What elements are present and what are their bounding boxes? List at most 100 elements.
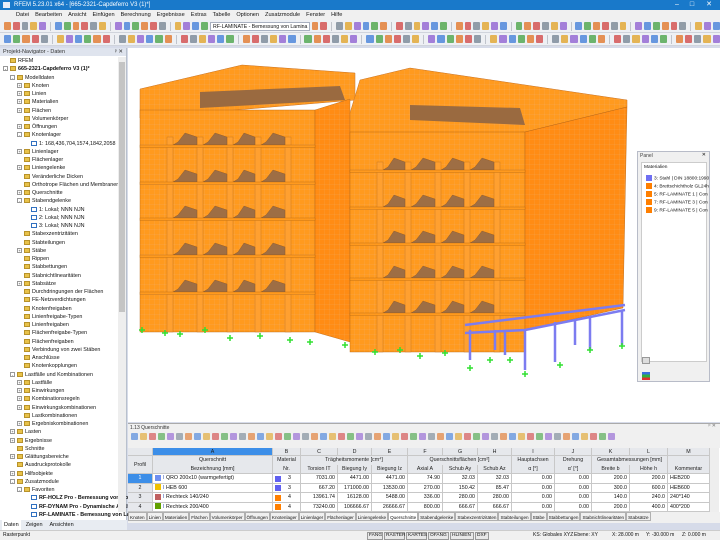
toolbar-button-icon[interactable]	[552, 35, 560, 43]
toolbar-button-icon[interactable]	[189, 35, 197, 43]
table-toolbar-button[interactable]	[572, 433, 579, 440]
toolbar-button-icon[interactable]	[482, 22, 490, 30]
table-toolbar-button[interactable]	[131, 433, 138, 440]
row-number[interactable]: 4	[128, 502, 153, 512]
expand-icon[interactable]: +	[10, 429, 15, 435]
toolbar-button-icon[interactable]	[675, 35, 684, 43]
expand-icon[interactable]: +	[17, 421, 22, 427]
value-cell[interactable]: 667.20	[301, 483, 338, 493]
value-cell[interactable]: 13961.74	[301, 493, 338, 503]
collapse-icon[interactable]: -	[17, 487, 22, 493]
column-letter-H[interactable]: H	[478, 448, 512, 456]
toolbar-button-icon[interactable]	[619, 22, 627, 30]
value-cell[interactable]: 0.00	[512, 474, 555, 484]
toolbar-button-icon[interactable]	[260, 35, 269, 43]
table-toolbar-button[interactable]	[599, 433, 606, 440]
table-tab[interactable]: Stäbe	[530, 512, 547, 521]
menu-bearbeiten[interactable]: Bearbeiten	[35, 10, 62, 20]
toolbar-button-icon[interactable]	[192, 22, 200, 30]
close-button[interactable]: ✕	[702, 0, 716, 10]
toolbar-button-icon[interactable]	[350, 35, 358, 43]
status-toggle-raster[interactable]: RASTER	[384, 532, 405, 540]
table-toolbar-button[interactable]	[563, 433, 570, 440]
expand-icon[interactable]: +	[10, 470, 15, 476]
tree-item[interactable]: + Querschnitte	[17, 189, 63, 197]
tree-item[interactable]: + Lasten	[10, 428, 41, 436]
toolbar-button-icon[interactable]	[99, 22, 106, 30]
toolbar-button-icon[interactable]	[22, 35, 30, 43]
toolbar-button-icon[interactable]	[517, 35, 525, 43]
toolbar-button-icon[interactable]	[542, 22, 549, 30]
toolbar-button-icon[interactable]	[641, 35, 649, 43]
minimize-button[interactable]: –	[670, 0, 684, 10]
navigator-tab-daten[interactable]: Daten	[2, 520, 21, 530]
value-cell[interactable]: 5488.00	[372, 493, 408, 503]
panel-close-icon[interactable]: ✕	[702, 152, 706, 158]
menu-hilfe[interactable]: Hilfe	[331, 10, 342, 20]
value-cell[interactable]: 400.0	[630, 502, 668, 512]
table-toolbar-button[interactable]	[149, 433, 156, 440]
tree-item[interactable]: + Materialien	[17, 98, 58, 106]
toolbar-button-icon[interactable]	[12, 22, 20, 30]
toolbar-button-icon[interactable]	[375, 35, 383, 43]
tree-item[interactable]: Lastkombinationen	[17, 412, 77, 420]
toolbar-button-icon[interactable]	[336, 22, 343, 30]
table-tab[interactable]: Stabexzentrizitäten	[455, 512, 499, 521]
table-toolbar-button[interactable]	[293, 433, 300, 440]
toolbar-button-icon[interactable]	[490, 35, 498, 43]
section-name-cell[interactable]: I Rechteck 200/400	[153, 502, 273, 512]
table-tab[interactable]: Linienlager	[298, 512, 326, 521]
value-cell[interactable]: 26666.67	[372, 502, 408, 512]
toolbar-button-icon[interactable]	[345, 22, 352, 30]
toolbar-button-icon[interactable]	[694, 35, 702, 43]
toolbar-button-icon[interactable]	[279, 35, 287, 43]
table-toolbar-button[interactable]	[419, 433, 426, 440]
toolbar-button-icon[interactable]	[413, 22, 421, 30]
tree-item[interactable]: Orthotrope Flächen und Membranen	[17, 181, 119, 189]
toolbar-button-icon[interactable]	[404, 22, 412, 30]
table-toolbar-button[interactable]	[257, 433, 264, 440]
table-tab[interactable]: Flächenlager	[325, 512, 356, 521]
toolbar-button-icon[interactable]	[30, 22, 38, 30]
tree-item[interactable]: + Ergebnisse	[10, 437, 52, 445]
table-tab[interactable]: Stabsätze	[626, 512, 651, 521]
table-toolbar-button[interactable]	[185, 433, 192, 440]
material-cell[interactable]: 4	[273, 493, 301, 503]
toolbar-button-icon[interactable]	[703, 35, 711, 43]
column-letter-F[interactable]: F	[408, 448, 443, 456]
toolbar-button-icon[interactable]	[183, 22, 191, 30]
toolbar-button-icon[interactable]	[670, 22, 678, 30]
table-toolbar-button[interactable]	[347, 433, 354, 440]
value-cell[interactable]: 200.0	[630, 474, 668, 484]
expand-icon[interactable]: +	[17, 404, 22, 410]
toolbar-button-icon[interactable]	[304, 35, 312, 43]
expand-icon[interactable]: +	[17, 148, 22, 154]
column-letter-J[interactable]: J	[555, 448, 592, 456]
toolbar-button-icon[interactable]	[499, 35, 507, 43]
value-cell[interactable]: 300.0	[592, 483, 630, 493]
collapse-icon[interactable]: -	[3, 66, 8, 72]
toolbar-button-icon[interactable]	[4, 22, 11, 30]
table-toolbar-button[interactable]	[221, 433, 228, 440]
menu-optionen[interactable]: Optionen	[236, 10, 259, 20]
table-toolbar-button[interactable]	[446, 433, 453, 440]
table-toolbar-button[interactable]	[473, 433, 480, 440]
table-tab[interactable]: Knoten	[128, 512, 147, 521]
toolbar-button-icon[interactable]	[623, 35, 631, 43]
table-toolbar-button[interactable]	[311, 433, 318, 440]
toolbar-button-icon[interactable]	[81, 22, 89, 30]
table-tab[interactable]: Knotenlager	[269, 512, 299, 521]
building-model[interactable]	[128, 48, 720, 422]
toolbar-button-icon[interactable]	[242, 35, 250, 43]
status-toggle-fang[interactable]: FANG	[367, 532, 383, 540]
toolbar-button-icon[interactable]	[366, 35, 374, 43]
toolbar-button-icon[interactable]	[132, 22, 140, 30]
toolbar-button-icon[interactable]	[137, 35, 145, 43]
table-toolbar-button[interactable]	[581, 433, 588, 440]
tree-item[interactable]: + Stabsätze	[17, 280, 56, 288]
toolbar-button-icon[interactable]	[55, 22, 62, 30]
table-tab[interactable]: Stabendgelenke	[418, 512, 456, 521]
menu-tabelle[interactable]: Tabelle	[213, 10, 231, 20]
table-toolbar-button[interactable]	[167, 433, 174, 440]
toolbar-button-icon[interactable]	[393, 35, 402, 43]
